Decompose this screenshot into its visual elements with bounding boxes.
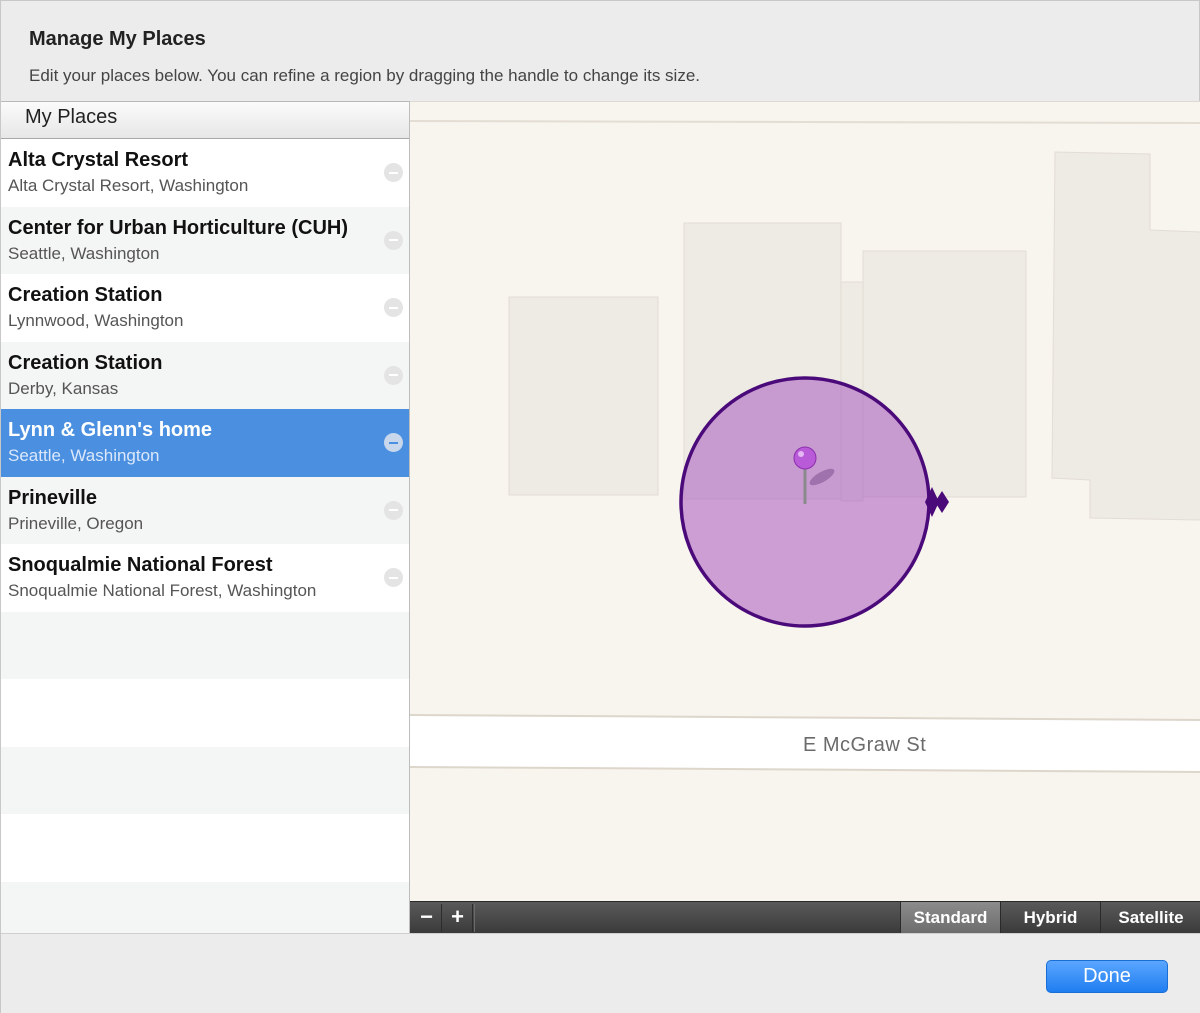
- place-location: Lynnwood, Washington: [8, 311, 184, 330]
- list-item[interactable]: Creation Station Derby, Kansas: [1, 341, 409, 409]
- remove-icon[interactable]: [384, 365, 403, 385]
- place-location: Seattle, Washington: [8, 243, 160, 263]
- map-mode-satellite[interactable]: Satellite: [1100, 902, 1200, 934]
- remove-icon[interactable]: [384, 500, 403, 520]
- building: [1051, 151, 1200, 521]
- empty-row: [1, 746, 409, 814]
- list-header: My Places: [1, 102, 409, 139]
- list-item[interactable]: Snoqualmie National Forest Snoqualmie Na…: [1, 544, 409, 612]
- map-canvas: [410, 120, 1200, 773]
- map-mode-hybrid[interactable]: Hybrid: [1000, 902, 1100, 934]
- place-name: Alta Crystal Resort: [8, 149, 189, 171]
- empty-row: [1, 814, 409, 882]
- pin-head: [793, 446, 817, 470]
- building: [508, 296, 659, 496]
- done-button[interactable]: Done: [1046, 960, 1168, 993]
- map-view[interactable]: E McGraw St: [410, 101, 1200, 901]
- list-item[interactable]: Center for Urban Horticulture (CUH) Seat…: [1, 206, 409, 274]
- toolbar-divider: [474, 904, 475, 932]
- remove-icon[interactable]: [384, 298, 403, 317]
- place-location: Derby, Kansas: [8, 378, 119, 398]
- place-location: Snoqualmie National Forest, Washington: [8, 581, 317, 600]
- map-toolbar: − + Standard Hybrid Satellite: [410, 901, 1200, 934]
- list-item[interactable]: Creation Station Lynnwood, Washington: [1, 274, 409, 342]
- place-location: Prineville, Oregon: [8, 513, 144, 533]
- dialog-header: Manage My Places Edit your places below.…: [1, 1, 1200, 101]
- list-item[interactable]: Alta Crystal Resort Alta Crystal Resort,…: [1, 139, 409, 207]
- list-header-label: My Places: [25, 106, 118, 128]
- dialog-footer: Done: [1, 933, 1200, 1013]
- list-item-selected[interactable]: Lynn & Glenn's home Seattle, Washington: [1, 409, 409, 477]
- map-mode-standard[interactable]: Standard: [900, 902, 1000, 934]
- remove-icon[interactable]: [384, 163, 403, 182]
- remove-icon[interactable]: [384, 433, 403, 452]
- places-list: My Places Alta Crystal Resort Alta Cryst…: [1, 101, 410, 933]
- street-label: E McGraw St: [803, 734, 927, 756]
- place-location: Alta Crystal Resort, Washington: [8, 176, 249, 195]
- manage-places-dialog: Manage My Places Edit your places below.…: [0, 0, 1200, 1013]
- place-name: Creation Station: [8, 284, 163, 306]
- place-name: Lynn & Glenn's home: [8, 419, 213, 441]
- dialog-subtitle: Edit your places below. You can refine a…: [29, 66, 701, 85]
- list-item[interactable]: Prineville Prineville, Oregon: [1, 476, 409, 544]
- place-name: Snoqualmie National Forest: [8, 554, 273, 576]
- place-name: Center for Urban Horticulture (CUH): [8, 216, 349, 239]
- place-location: Seattle, Washington: [8, 446, 160, 465]
- remove-icon[interactable]: [384, 230, 403, 250]
- place-name: Prineville: [8, 486, 97, 509]
- empty-row: [1, 611, 409, 679]
- zoom-out-button[interactable]: −: [412, 904, 442, 932]
- zoom-in-button[interactable]: +: [443, 904, 473, 932]
- empty-row: [1, 679, 409, 747]
- remove-icon[interactable]: [384, 568, 403, 587]
- empty-row: [1, 881, 409, 933]
- dialog-title: Manage My Places: [29, 28, 206, 50]
- place-name: Creation Station: [8, 351, 163, 374]
